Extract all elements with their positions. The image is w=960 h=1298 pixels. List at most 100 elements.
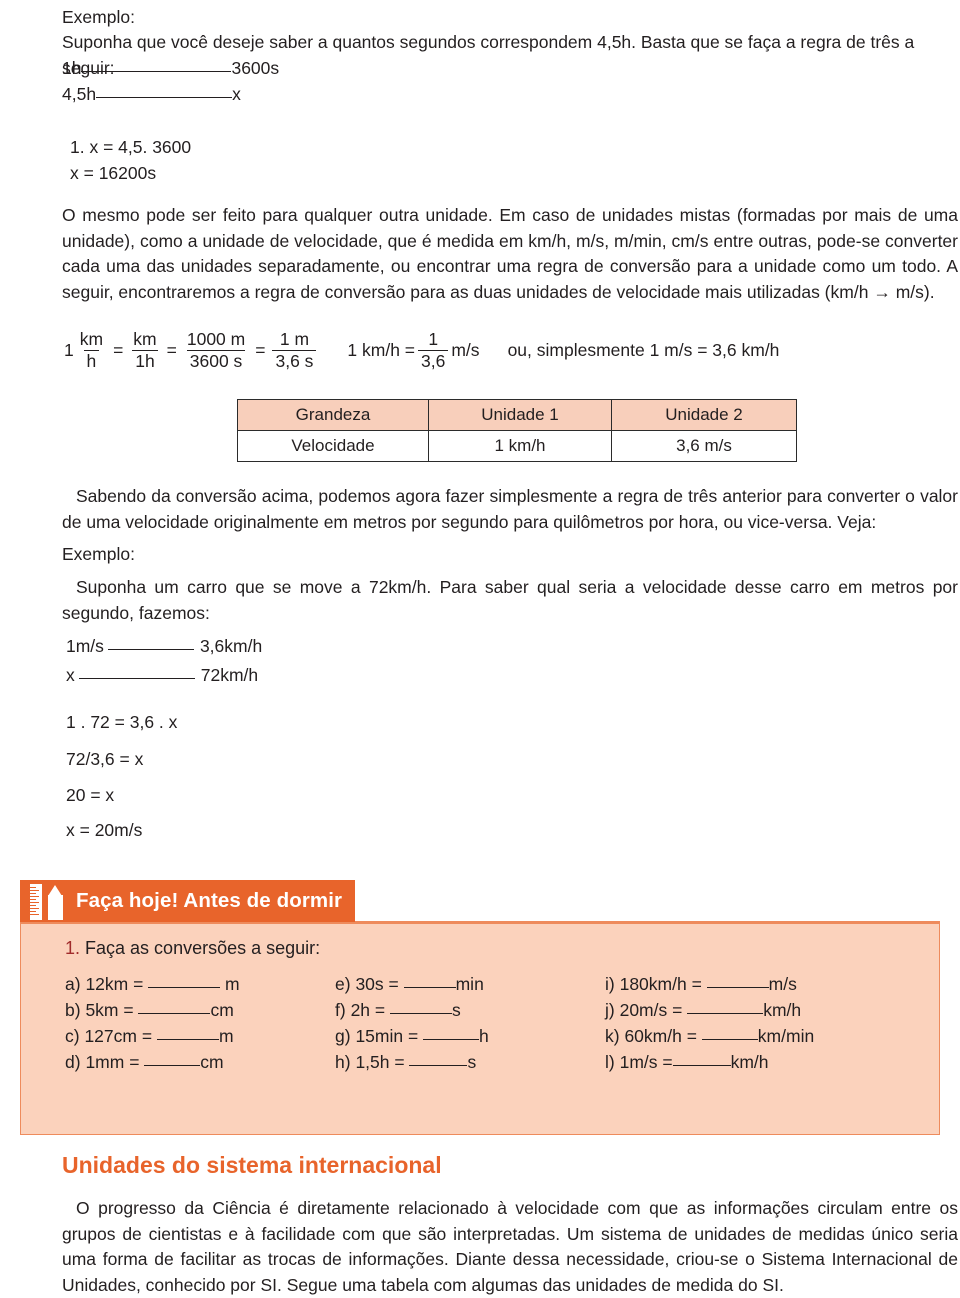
section-title-unidades-si: Unidades do sistema internacional	[62, 1152, 442, 1178]
exercise-expression: 20m/s =	[619, 1000, 688, 1020]
document-page: Exemplo: Suponha que você deseje saber a…	[0, 0, 960, 1297]
fraction-numerator: 1	[428, 329, 439, 349]
proportion-right-3: 3,6km/h	[199, 636, 263, 656]
exercise-item-f: f) 2h = s	[335, 997, 489, 1023]
exercise-label: k)	[605, 1026, 620, 1046]
exercise-label: i)	[605, 974, 615, 994]
step-line-2: 72/3,6 = x	[66, 749, 144, 769]
blank-rule	[81, 58, 232, 72]
exercise-label: g)	[335, 1026, 351, 1046]
exercise-label: e)	[335, 974, 351, 994]
exercise-item-e: e) 30s = min	[335, 971, 489, 997]
exercise-item-h: h) 1,5h = s	[335, 1049, 489, 1075]
exercise-unit: s	[452, 1000, 461, 1020]
exercise-item-g: g) 15min = h	[335, 1023, 489, 1049]
proportion-right-2: x	[232, 84, 241, 104]
equals-3: =	[255, 339, 266, 360]
paragraph-bottom: O progresso da Ciência é diretamente rel…	[62, 1198, 958, 1295]
activity-question-line: 1. Faça as conversões a seguir:	[65, 938, 939, 959]
fraction-km-h: km h	[77, 330, 106, 371]
exercise-column-2: e) 30s = min f) 2h = s g) 15min = h h) 1…	[335, 971, 489, 1075]
answer-blank[interactable]	[409, 1052, 468, 1066]
table-cell-unidade-1: 1 km/h	[428, 430, 612, 462]
exercise-label: d)	[65, 1052, 81, 1072]
fraction-1000m-3600s: 1000 m 3600 s	[184, 330, 248, 371]
fraction-denominator: 3,6 s	[272, 349, 317, 371]
exercise-label: c)	[65, 1026, 80, 1046]
exercise-item-c: c) 127cm = m	[65, 1023, 240, 1049]
proportion-row-4: x 72km/h	[66, 663, 258, 689]
exercise-expression: 12km =	[85, 974, 149, 994]
answer-blank[interactable]	[423, 1026, 480, 1040]
proportion-row-2: 4,5h x	[62, 82, 241, 108]
answer-blank[interactable]	[144, 1052, 201, 1066]
answer-blank[interactable]	[706, 974, 769, 988]
blank-rule	[96, 84, 233, 98]
example-label-top: Exemplo:	[62, 7, 135, 27]
blank-rule	[78, 665, 195, 679]
exercise-item-a: a) 12km = m	[65, 971, 240, 997]
fraction-denominator: 3600 s	[186, 349, 246, 371]
table-cell-unidade-2: 3,6 m/s	[611, 430, 797, 462]
exercise-unit: cm	[200, 1052, 224, 1072]
paragraph-conversion-intro: O mesmo pode ser feito para qualquer out…	[62, 203, 958, 305]
table-cell-grandeza: Velocidade	[237, 430, 429, 462]
activity-box: Faça hoje! Antes de dormir 1. Faça as co…	[20, 880, 940, 1135]
table-header-grandeza: Grandeza	[237, 399, 429, 431]
activity-question-text: Faça as conversões a seguir:	[85, 938, 321, 958]
fraction-1-36: 1 3,6	[418, 329, 449, 371]
conversion-formula: 1 km h = km 1h = 1000 m 3600 s = 1 m 3,6…	[64, 330, 779, 371]
exercise-unit: m/s	[768, 974, 797, 994]
arrow-icon: →	[873, 281, 891, 302]
fraction-numerator: 1 m	[279, 329, 310, 349]
answer-blank[interactable]	[672, 1052, 731, 1066]
fraction-numerator: 1000 m	[186, 329, 246, 349]
equals-1: =	[113, 339, 124, 360]
exercise-column-1: a) 12km = m b) 5km = cm c) 127cm = m d) …	[65, 971, 240, 1075]
activity-banner-title: Faça hoje! Antes de dormir	[76, 889, 343, 912]
exercise-item-d: d) 1mm = cm	[65, 1049, 240, 1075]
table-header-row: Grandeza Unidade 1 Unidade 2	[237, 399, 797, 431]
table-row: Velocidade 1 km/h 3,6 m/s	[237, 430, 797, 462]
exercise-expression: 2h =	[350, 1000, 390, 1020]
exercise-unit: h	[479, 1026, 489, 1046]
fraction-denominator: 1h	[132, 349, 158, 371]
proportion-left-2: 4,5h	[62, 84, 97, 104]
answer-blank[interactable]	[148, 974, 221, 988]
exercise-expression: 5km =	[85, 1000, 139, 1020]
exercise-unit: min	[455, 974, 484, 994]
proportion-left-4: x	[66, 665, 75, 685]
answer-blank[interactable]	[390, 1000, 452, 1014]
formula-second-lead: 1 km/h =	[347, 339, 416, 360]
banner-icon-group	[28, 884, 72, 920]
paragraph-middle: Sabendo da conversão acima, podemos agor…	[62, 486, 958, 532]
exercise-expression: 180km/h =	[619, 974, 707, 994]
proportion-row-1: 1h 3600s	[62, 56, 279, 82]
exercise-expression: 60km/h =	[624, 1026, 702, 1046]
answer-blank[interactable]	[701, 1026, 758, 1040]
formula-note: ou, simplesmente 1 m/s = 3,6 km/h	[507, 339, 780, 360]
equals-2: =	[166, 339, 177, 360]
proportion-right-1: 3600s	[231, 58, 280, 78]
step-line-4: x = 20m/s	[66, 820, 143, 840]
pencil-icon	[48, 885, 63, 920]
step-line-1: 1 . 72 = 3,6 . x	[66, 712, 178, 732]
exercise-unit: m	[220, 974, 240, 994]
activity-body: 1. Faça as conversões a seguir: a) 12km …	[20, 921, 940, 1135]
answer-blank[interactable]	[403, 974, 456, 988]
answer-blank[interactable]	[687, 1000, 764, 1014]
answer-blank[interactable]	[138, 1000, 211, 1014]
exercise-label: b)	[65, 1000, 81, 1020]
step-line-3: 20 = x	[66, 785, 115, 805]
fraction-1m-36s: 1 m 3,6 s	[272, 329, 317, 371]
solution-line-1: 1. x = 4,5. 3600	[70, 137, 192, 157]
formula-lead: 1	[64, 339, 74, 360]
exercise-unit: km/h	[763, 1000, 802, 1020]
table-header-unidade-2: Unidade 2	[611, 399, 797, 431]
example-label-middle: Exemplo:	[62, 544, 135, 564]
ruler-icon	[30, 884, 42, 920]
exercise-item-j: j) 20m/s = km/h	[605, 997, 814, 1023]
answer-blank[interactable]	[156, 1026, 219, 1040]
fraction-numerator: km	[79, 329, 104, 349]
exercise-unit: m	[218, 1026, 234, 1046]
